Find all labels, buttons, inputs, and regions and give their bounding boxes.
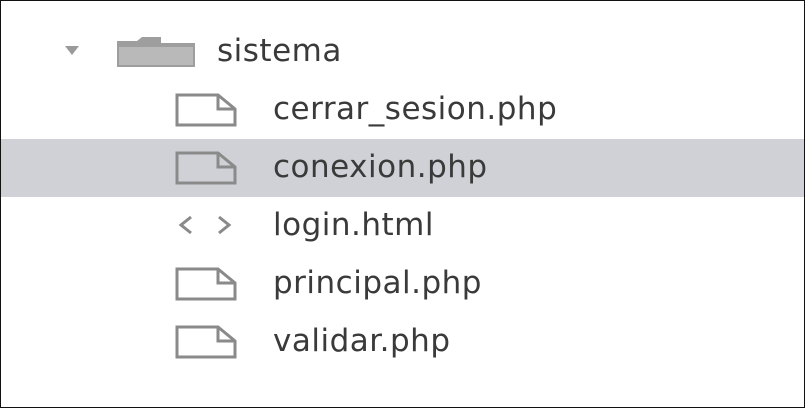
tree-file-item-selected[interactable]: conexion.php: [1, 139, 804, 197]
tree-file-item[interactable]: validar.php: [1, 313, 804, 371]
file-icon: [175, 267, 237, 301]
tree-file-item[interactable]: cerrar_sesion.php: [1, 81, 804, 139]
file-label: login.html: [273, 207, 434, 243]
code-icon: [178, 215, 232, 235]
chevron-down-icon[interactable]: [63, 43, 81, 57]
file-icon: [175, 325, 237, 359]
file-icon: [175, 93, 237, 127]
file-label: cerrar_sesion.php: [273, 91, 558, 127]
file-label: principal.php: [273, 265, 482, 301]
file-icon: [175, 151, 237, 185]
tree-file-item[interactable]: principal.php: [1, 255, 804, 313]
folder-icon: [117, 37, 195, 67]
folder-label: sistema: [217, 33, 342, 69]
file-label: validar.php: [273, 323, 451, 359]
tree-folder-sistema[interactable]: sistema: [1, 23, 804, 81]
file-tree-panel: sistema cerrar_sesion.php conexion.php l…: [0, 0, 805, 408]
file-label: conexion.php: [273, 149, 488, 185]
tree-file-item[interactable]: login.html: [1, 197, 804, 255]
